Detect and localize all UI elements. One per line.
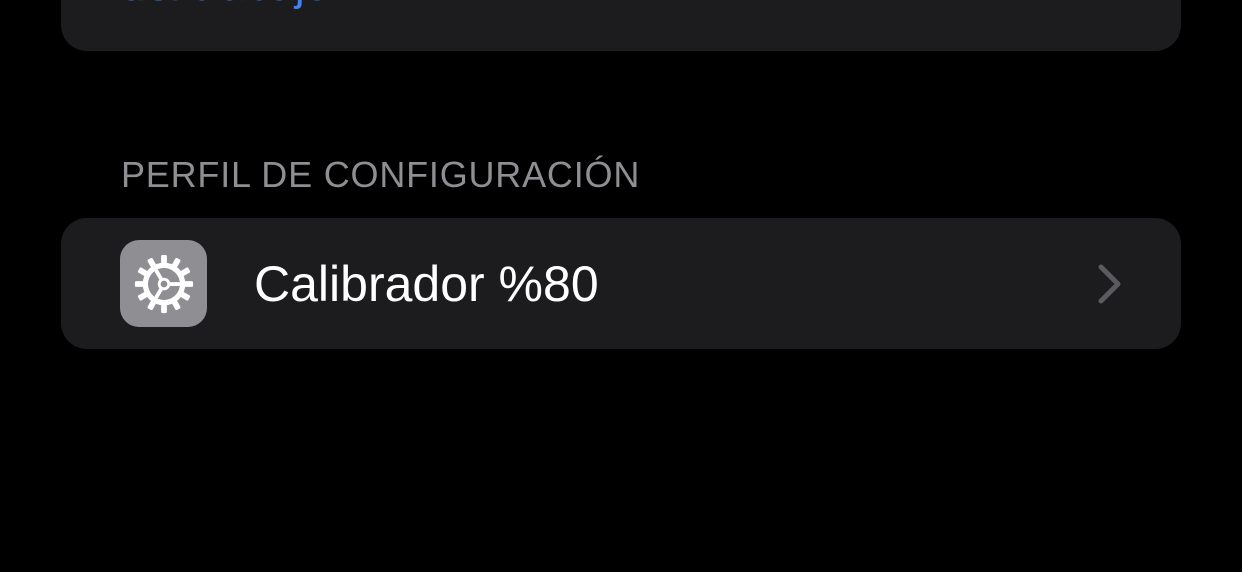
configuration-profile-row[interactable]: Calibrador %80 bbox=[61, 218, 1181, 349]
section-header: PERFIL DE CONFIGURACIÓN bbox=[121, 154, 641, 195]
profile-name: Calibrador %80 bbox=[254, 256, 599, 312]
settings-screen: del trabajo... PERFIL DE CONFIGURACIÓN bbox=[0, 0, 1242, 572]
previous-section-card: del trabajo... bbox=[61, 0, 1181, 51]
settings-gear-icon bbox=[120, 240, 207, 327]
truncated-link[interactable]: del trabajo... bbox=[121, 0, 367, 8]
chevron-right-icon bbox=[1095, 264, 1125, 304]
